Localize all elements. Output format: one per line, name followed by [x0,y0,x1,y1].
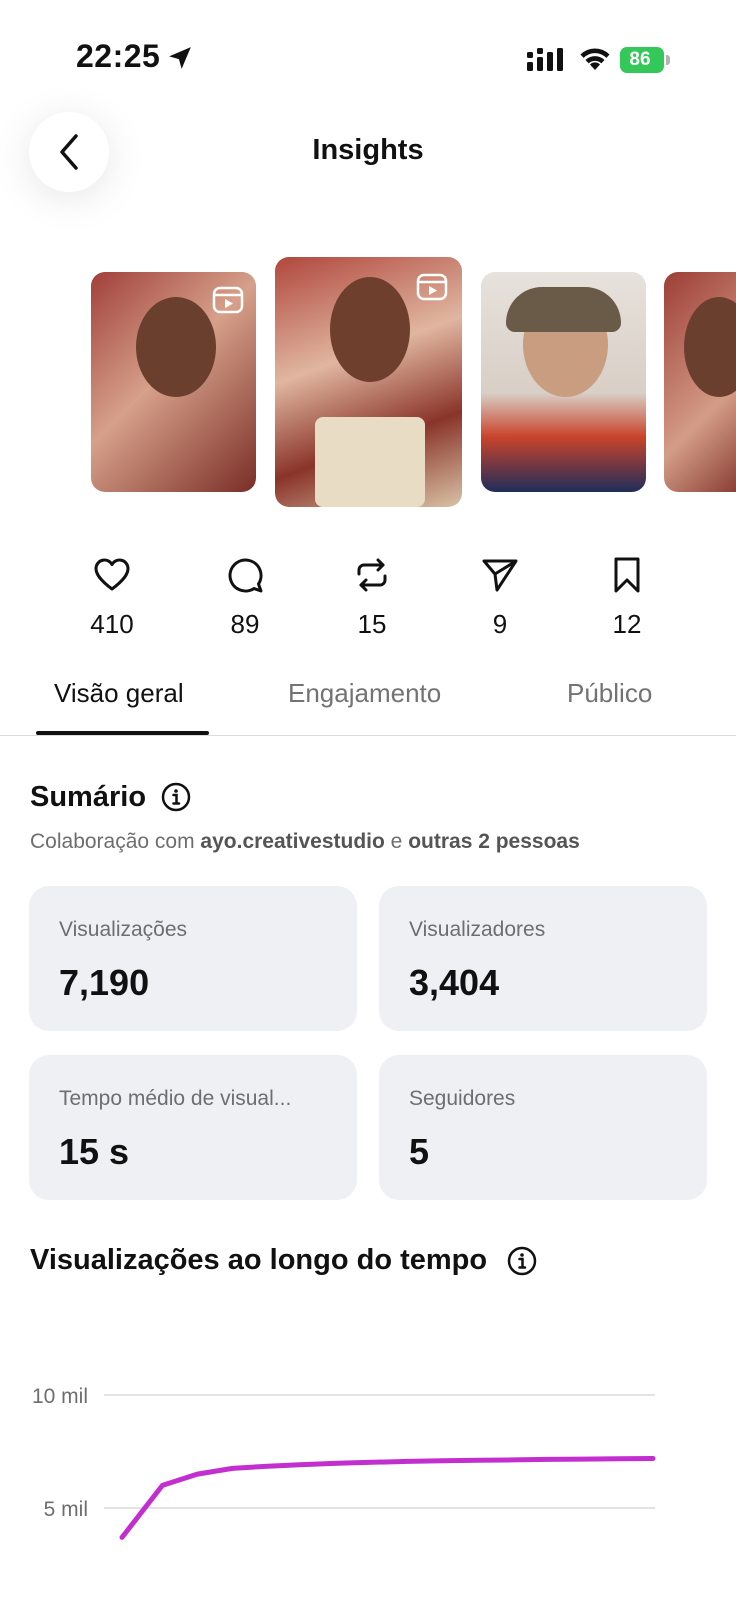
metric-card-views[interactable]: Visualizações 7,190 [29,886,357,1031]
location-arrow-icon [169,47,191,69]
info-icon[interactable] [160,781,192,813]
tab-overview[interactable]: Visão geral [54,678,184,709]
reposts-count: 15 [357,609,387,639]
status-time: 22:25 [76,38,161,74]
metric-card-avg-watch-time[interactable]: Tempo médio de visual... 15 s [29,1055,357,1200]
y-tick-label-10k: 10 mil [32,1385,88,1408]
views-over-time-chart: 10 mil 5 mil [32,1385,656,1540]
status-bar: 22:25 86 [0,0,736,110]
comments-stat: 89 [195,555,295,640]
bookmark-icon [614,557,640,593]
metric-label: Visualizadores [409,918,546,941]
heart-icon [94,558,130,591]
info-icon[interactable] [506,1245,538,1277]
metric-label: Seguidores [409,1087,516,1110]
page-title: Insights [312,134,424,166]
reel-icon [212,286,244,314]
repost-icon [357,558,387,592]
summary-title: Sumário [30,781,147,813]
views-series-line [119,1456,656,1540]
reel-icon [416,273,448,301]
post-thumbnail[interactable] [664,272,736,492]
comment-icon [228,558,263,593]
post-thumbnail-selected[interactable] [275,257,462,507]
shares-stat: 9 [450,555,550,640]
wifi-icon [580,48,610,70]
metric-value: 7,190 [59,962,150,1003]
share-icon [482,559,518,592]
metric-value: 3,404 [409,962,500,1003]
metric-card-viewers[interactable]: Visualizadores 3,404 [379,886,707,1031]
metric-card-followers[interactable]: Seguidores 5 [379,1055,707,1200]
shares-count: 9 [492,609,508,639]
metric-value: 5 [409,1131,430,1172]
likes-stat: 410 [62,555,162,640]
collab-user-link[interactable]: ayo.creativestudio [200,830,384,853]
chart-title: Visualizações ao longo do tempo [30,1244,488,1276]
post-thumbnail[interactable] [91,272,256,492]
cellular-signal-icon [527,48,563,71]
likes-count: 410 [90,609,134,639]
tab-engagement[interactable]: Engajamento [288,678,441,709]
comments-count: 89 [230,609,260,639]
battery-percentage: 86 [629,49,651,70]
metric-label: Visualizações [59,918,188,941]
reposts-stat: 15 [322,555,422,640]
saves-stat: 12 [577,555,677,640]
battery-indicator: 86 [620,47,670,73]
metric-value: 15 s [59,1131,130,1172]
tabs-divider [0,735,736,736]
y-tick-label-5k: 5 mil [44,1498,88,1521]
saves-count: 12 [612,609,642,639]
metric-label: Tempo médio de visual... [59,1087,292,1110]
collab-others-link[interactable]: outras 2 pessoas [408,830,580,853]
collaboration-text: Colaboração com ayo.creativestudio e out… [30,830,580,853]
post-thumbnail[interactable] [481,272,646,492]
tab-audience[interactable]: Público [567,678,652,709]
